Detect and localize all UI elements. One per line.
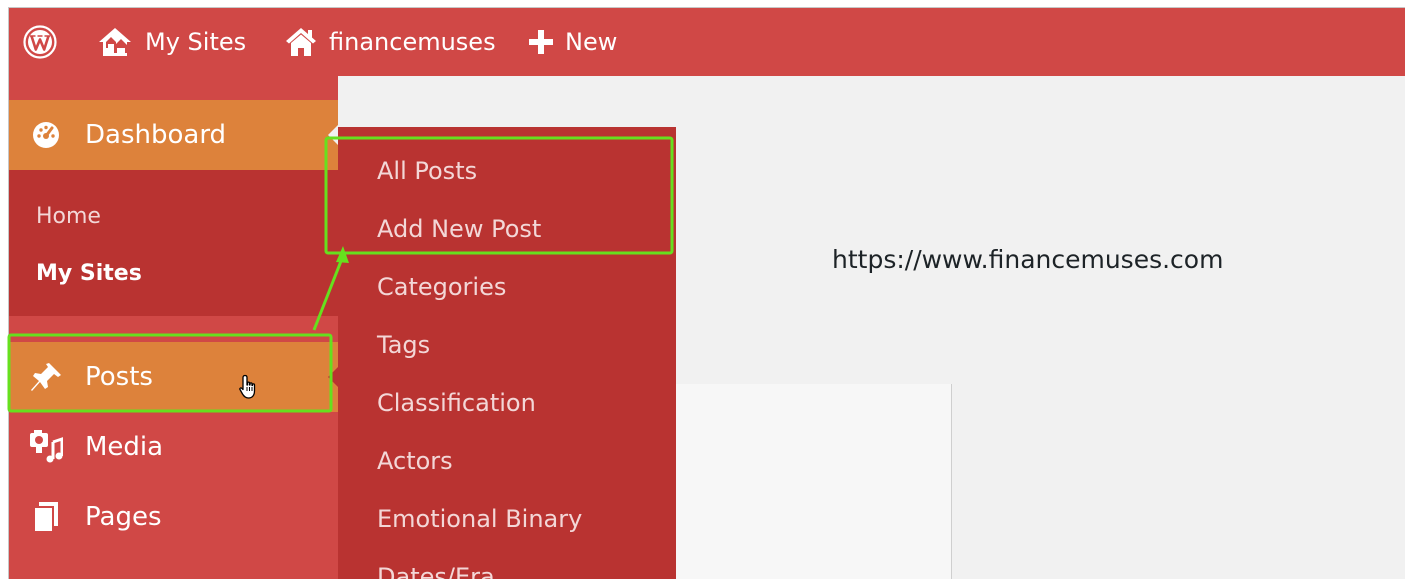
sidebar-item-pages-label: Pages — [85, 502, 162, 532]
pushpin-icon — [29, 360, 63, 394]
sidebar-item-posts-label: Posts — [85, 362, 153, 392]
sidebar-item-dashboard-label: Dashboard — [85, 120, 227, 150]
dashboard-submenu: Home My Sites — [9, 170, 338, 316]
flyout-item-tags[interactable]: Tags — [377, 331, 430, 359]
flyout-item-classification[interactable]: Classification — [377, 389, 536, 417]
new-content-button[interactable]: New — [529, 8, 617, 76]
home-icon — [285, 27, 317, 57]
flyout-arrow — [328, 367, 338, 387]
my-sites-button[interactable]: My Sites — [97, 8, 246, 76]
admin-bar: My Sites financemuses New — [9, 8, 1405, 76]
posts-flyout-submenu: All Posts Add New Post Categories Tags C… — [338, 127, 676, 579]
pages-icon — [29, 500, 63, 534]
current-menu-arrow — [328, 125, 338, 145]
sidebar-item-media[interactable]: Media — [9, 412, 338, 482]
hand-pointer-icon — [239, 374, 261, 404]
sidebar-item-posts[interactable]: Posts — [9, 342, 338, 412]
flyout-item-dates-era[interactable]: Dates/Era — [377, 563, 495, 579]
admin-sidebar: Dashboard Home My Sites Posts Media Page… — [9, 76, 338, 579]
sidebar-item-media-label: Media — [85, 432, 164, 462]
site-name-button[interactable]: financemuses — [285, 8, 496, 76]
flyout-item-categories[interactable]: Categories — [377, 273, 506, 301]
sidebar-item-dashboard[interactable]: Dashboard — [9, 100, 338, 170]
media-camera-music-icon — [29, 430, 63, 464]
houses-icon — [97, 26, 133, 58]
wordpress-logo-button[interactable] — [23, 8, 57, 76]
new-content-label: New — [565, 28, 618, 56]
sidebar-item-pages[interactable]: Pages — [9, 482, 338, 552]
flyout-item-actors[interactable]: Actors — [377, 447, 453, 475]
flyout-item-all-posts[interactable]: All Posts — [377, 157, 477, 185]
flyout-item-emotional-binary[interactable]: Emotional Binary — [377, 505, 582, 533]
my-sites-label: My Sites — [145, 28, 247, 56]
wordpress-logo-icon — [23, 25, 57, 59]
submenu-item-home[interactable]: Home — [36, 204, 101, 229]
site-name-label: financemuses — [329, 28, 496, 56]
submenu-item-my-sites[interactable]: My Sites — [36, 261, 142, 286]
plus-icon — [529, 30, 553, 54]
browser-viewport: My Sites financemuses New Dashboard Home… — [8, 7, 1405, 579]
site-url-text[interactable]: https://www.financemuses.com — [832, 245, 1223, 274]
dashboard-gauge-icon — [29, 118, 63, 152]
dashboard-widget-panel — [676, 384, 952, 579]
flyout-item-add-new-post[interactable]: Add New Post — [377, 215, 541, 243]
